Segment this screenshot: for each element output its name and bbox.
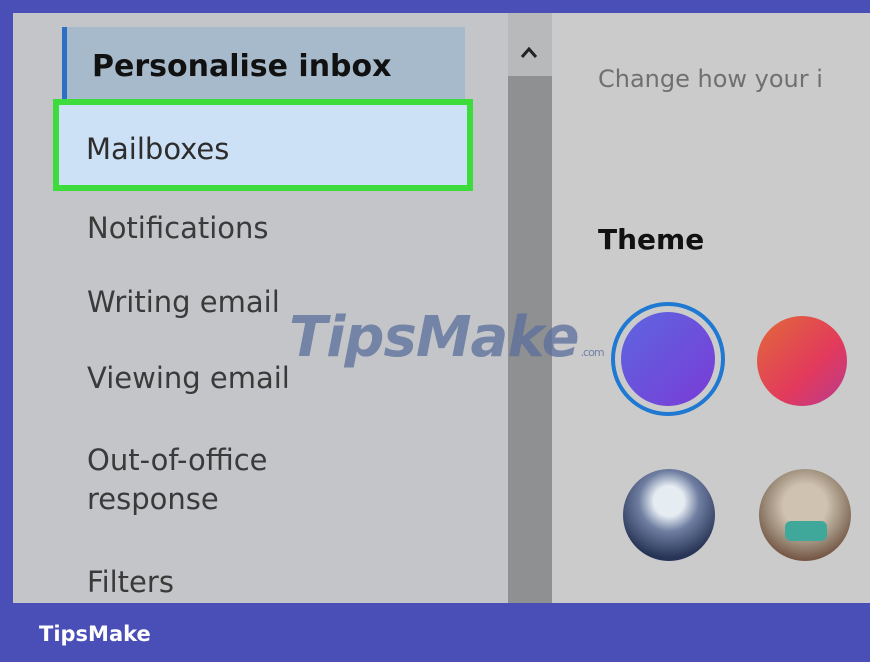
theme-heading: Theme — [598, 223, 705, 256]
frame-top-border — [0, 0, 870, 13]
sidebar-item-notifications[interactable]: Notifications — [87, 211, 269, 245]
sidebar-item-filters[interactable]: Filters — [87, 565, 174, 599]
settings-window: Personalise inbox Notifications Writing … — [13, 13, 870, 603]
sidebar-item-mailboxes[interactable]: Mailboxes — [53, 99, 473, 191]
sidebar-item-writing-email[interactable]: Writing email — [87, 285, 280, 319]
sidebar-item-viewing-email[interactable]: Viewing email — [87, 361, 290, 395]
theme-swatch-camper[interactable] — [759, 469, 851, 561]
footer-brand: TipsMake — [39, 622, 151, 646]
theme-swatch-orange-red[interactable] — [757, 316, 847, 406]
sidebar-section-personalise-inbox[interactable]: Personalise inbox — [67, 27, 465, 102]
frame-left-border — [0, 0, 13, 662]
chevron-up-icon[interactable] — [520, 41, 538, 66]
sidebar-item-out-of-office[interactable]: Out-of-office response — [87, 441, 268, 519]
footer-banner: TipsMake — [0, 603, 870, 662]
sidebar-section-title: Personalise inbox — [92, 49, 392, 84]
section-description: Change how your i — [598, 65, 823, 93]
watermark-logo: TipsMake .com — [289, 305, 605, 370]
theme-swatch-mountain[interactable] — [623, 469, 715, 561]
theme-swatch-blue-purple[interactable] — [621, 312, 715, 406]
sidebar-item-label: Mailboxes — [86, 132, 230, 166]
